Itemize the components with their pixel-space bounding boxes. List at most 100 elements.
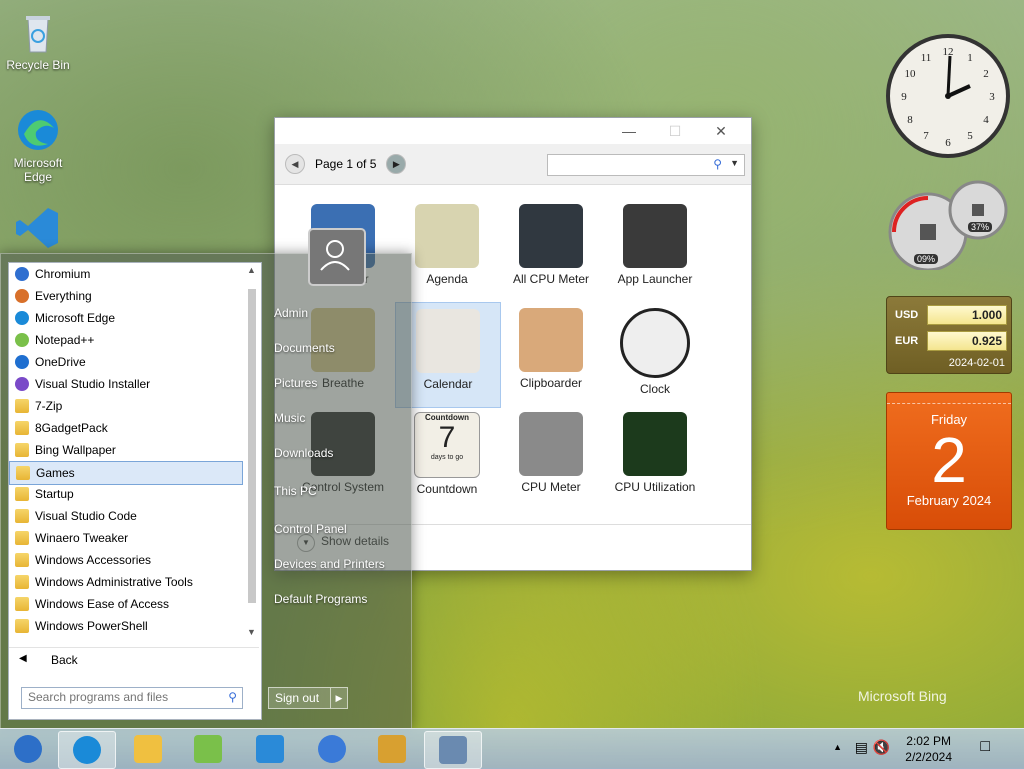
start-right-item[interactable]: This PC — [274, 484, 317, 498]
program-item[interactable]: Chromium — [9, 263, 243, 285]
gadget-tile[interactable]: All CPU Meter — [499, 198, 603, 302]
maximize-button[interactable]: ☐ — [661, 122, 689, 140]
start-right-item[interactable]: Default Programs — [274, 592, 367, 606]
svg-text:10: 10 — [905, 68, 917, 80]
network-icon[interactable]: ▤ — [855, 739, 868, 756]
gadget-label: All CPU Meter — [512, 272, 589, 286]
show-hidden-icons-icon[interactable]: ▲ — [833, 742, 842, 752]
gadget-tile[interactable]: CPU Meter — [499, 406, 603, 510]
taskbar-button[interactable] — [304, 731, 360, 767]
gadget-tile[interactable]: Clock — [603, 302, 707, 406]
recycle-bin-icon — [14, 8, 62, 56]
start-right-item[interactable]: Documents — [274, 341, 335, 355]
prev-page-button[interactable]: ◀ — [285, 154, 305, 174]
scroll-up-icon[interactable]: ▲ — [247, 265, 256, 275]
currency-value: 0.925 — [927, 331, 1007, 351]
back-button[interactable]: ◀ Back — [9, 647, 259, 672]
calendar-month-year: February 2024 — [906, 493, 992, 508]
currency-gadget[interactable]: USD 1.000 EUR 0.925 2024-02-01 — [886, 296, 1012, 374]
user-avatar[interactable] — [308, 228, 366, 286]
currency-date: 2024-02-01 — [948, 357, 1005, 369]
program-item[interactable]: Windows Accessories — [9, 549, 243, 571]
program-item[interactable]: OneDrive — [9, 351, 243, 373]
currency-code: EUR — [895, 335, 919, 347]
start-right-item[interactable]: Music — [274, 411, 305, 425]
cpu-meter-gadget[interactable]: 09% 37% — [886, 180, 1010, 272]
chromium-icon — [15, 267, 29, 281]
program-label: Winaero Tweaker — [35, 531, 129, 545]
desktop-icon-recycle-bin[interactable]: Recycle Bin — [2, 8, 74, 72]
folder-icon — [15, 487, 29, 501]
start-right-item[interactable]: Admin — [274, 306, 308, 320]
currency-row[interactable]: USD 1.000 — [895, 305, 1007, 325]
window-titlebar[interactable]: — ☐ ✕ — [275, 118, 751, 144]
start-search-input[interactable] — [22, 688, 224, 706]
taskbar-button[interactable] — [242, 731, 298, 767]
start-search-field[interactable]: ⚲ — [21, 687, 243, 709]
close-button[interactable]: ✕ — [707, 122, 735, 140]
countdown-sub: days to go — [430, 454, 464, 461]
chevron-down-icon[interactable]: ▼ — [730, 158, 739, 168]
start-right-item[interactable]: Control Panel — [274, 522, 347, 536]
program-item[interactable]: Winaero Tweaker — [9, 527, 243, 549]
program-label: 8GadgetPack — [35, 421, 108, 435]
taskbar: ▲ ▤ 🔇 2:02 PM 2/2/2024 □ — [0, 728, 1024, 769]
clock-gadget[interactable]: 12 1 2 345 678 9 10 11 — [886, 34, 1010, 158]
scroll-down-icon[interactable]: ▼ — [247, 627, 256, 637]
cpu-meter-right-value: 37% — [968, 222, 993, 232]
currency-row[interactable]: EUR 0.925 — [895, 331, 1007, 351]
program-item[interactable]: Games — [9, 461, 243, 485]
start-right-item[interactable]: Downloads — [274, 446, 333, 460]
gadget-tile[interactable]: App Launcher — [603, 198, 707, 302]
program-item[interactable]: Visual Studio Installer — [9, 373, 243, 395]
folder-icon — [15, 575, 29, 589]
start-right-item[interactable]: Pictures — [274, 376, 317, 390]
program-item[interactable]: Startup — [9, 483, 243, 505]
program-label: Startup — [35, 487, 74, 501]
program-item[interactable]: 7-Zip — [9, 395, 243, 417]
calendar-gadget[interactable]: Friday 2 February 2024 — [886, 392, 1012, 530]
taskbar-button[interactable] — [120, 731, 176, 767]
programs-scrollbar[interactable]: ▲ ▼ — [245, 265, 259, 637]
program-label: Chromium — [35, 267, 91, 281]
start-right-item[interactable]: Devices and Printers — [274, 557, 385, 571]
notifications-icon[interactable]: □ — [980, 738, 990, 756]
program-item[interactable]: Windows PowerShell — [9, 615, 243, 637]
gadget-search-input[interactable]: ⚲ ▼ — [547, 154, 745, 176]
start-programs-pane: Chromium Everything Microsoft Edge Notepad+… — [8, 262, 262, 720]
countdown-number: 7 — [438, 421, 456, 454]
taskbar-button[interactable] — [58, 731, 116, 769]
folder-icon — [16, 466, 30, 480]
next-page-button[interactable]: ▶ — [386, 154, 407, 174]
volume-muted-icon[interactable]: 🔇 — [873, 739, 890, 756]
clock-tray[interactable]: 2:02 PM 2/2/2024 — [905, 733, 952, 765]
sign-out-button[interactable]: Sign out ▶ — [268, 687, 348, 709]
sign-out-arrow-icon[interactable]: ▶ — [330, 688, 347, 708]
gadget-tile[interactable]: CPU Utilization — [603, 406, 707, 510]
svg-text:7: 7 — [923, 130, 929, 142]
taskbar-button[interactable] — [364, 731, 420, 767]
program-item[interactable]: 8GadgetPack — [9, 417, 243, 439]
program-label: 7-Zip — [35, 399, 63, 413]
scrollbar-thumb[interactable] — [248, 289, 256, 603]
program-item[interactable]: Windows Administrative Tools — [9, 571, 243, 593]
svg-text:2: 2 — [983, 68, 989, 80]
taskbar-button[interactable] — [424, 731, 482, 769]
gadget-tile[interactable]: Clipboarder — [499, 302, 603, 406]
program-item[interactable]: Bing Wallpaper — [9, 439, 243, 461]
desktop-icon-vscode[interactable] — [2, 204, 74, 254]
svg-text:9: 9 — [901, 91, 907, 103]
program-item[interactable]: Microsoft Edge — [9, 307, 243, 329]
program-item[interactable]: Everything — [9, 285, 243, 307]
desktop-icon-edge[interactable]: Microsoft Edge — [2, 106, 74, 184]
taskbar-button[interactable] — [180, 731, 236, 767]
program-item[interactable]: Windows Ease of Access — [9, 593, 243, 615]
folder-icon — [15, 421, 29, 435]
vscode-icon — [256, 735, 284, 763]
minimize-button[interactable]: — — [615, 122, 643, 140]
program-item[interactable]: Visual Studio Code — [9, 505, 243, 527]
taskbar-button[interactable] — [0, 731, 56, 767]
tray-time: 2:02 PM — [906, 734, 951, 748]
cpu-utilization-icon — [623, 412, 687, 476]
program-item[interactable]: Notepad++ — [9, 329, 243, 351]
